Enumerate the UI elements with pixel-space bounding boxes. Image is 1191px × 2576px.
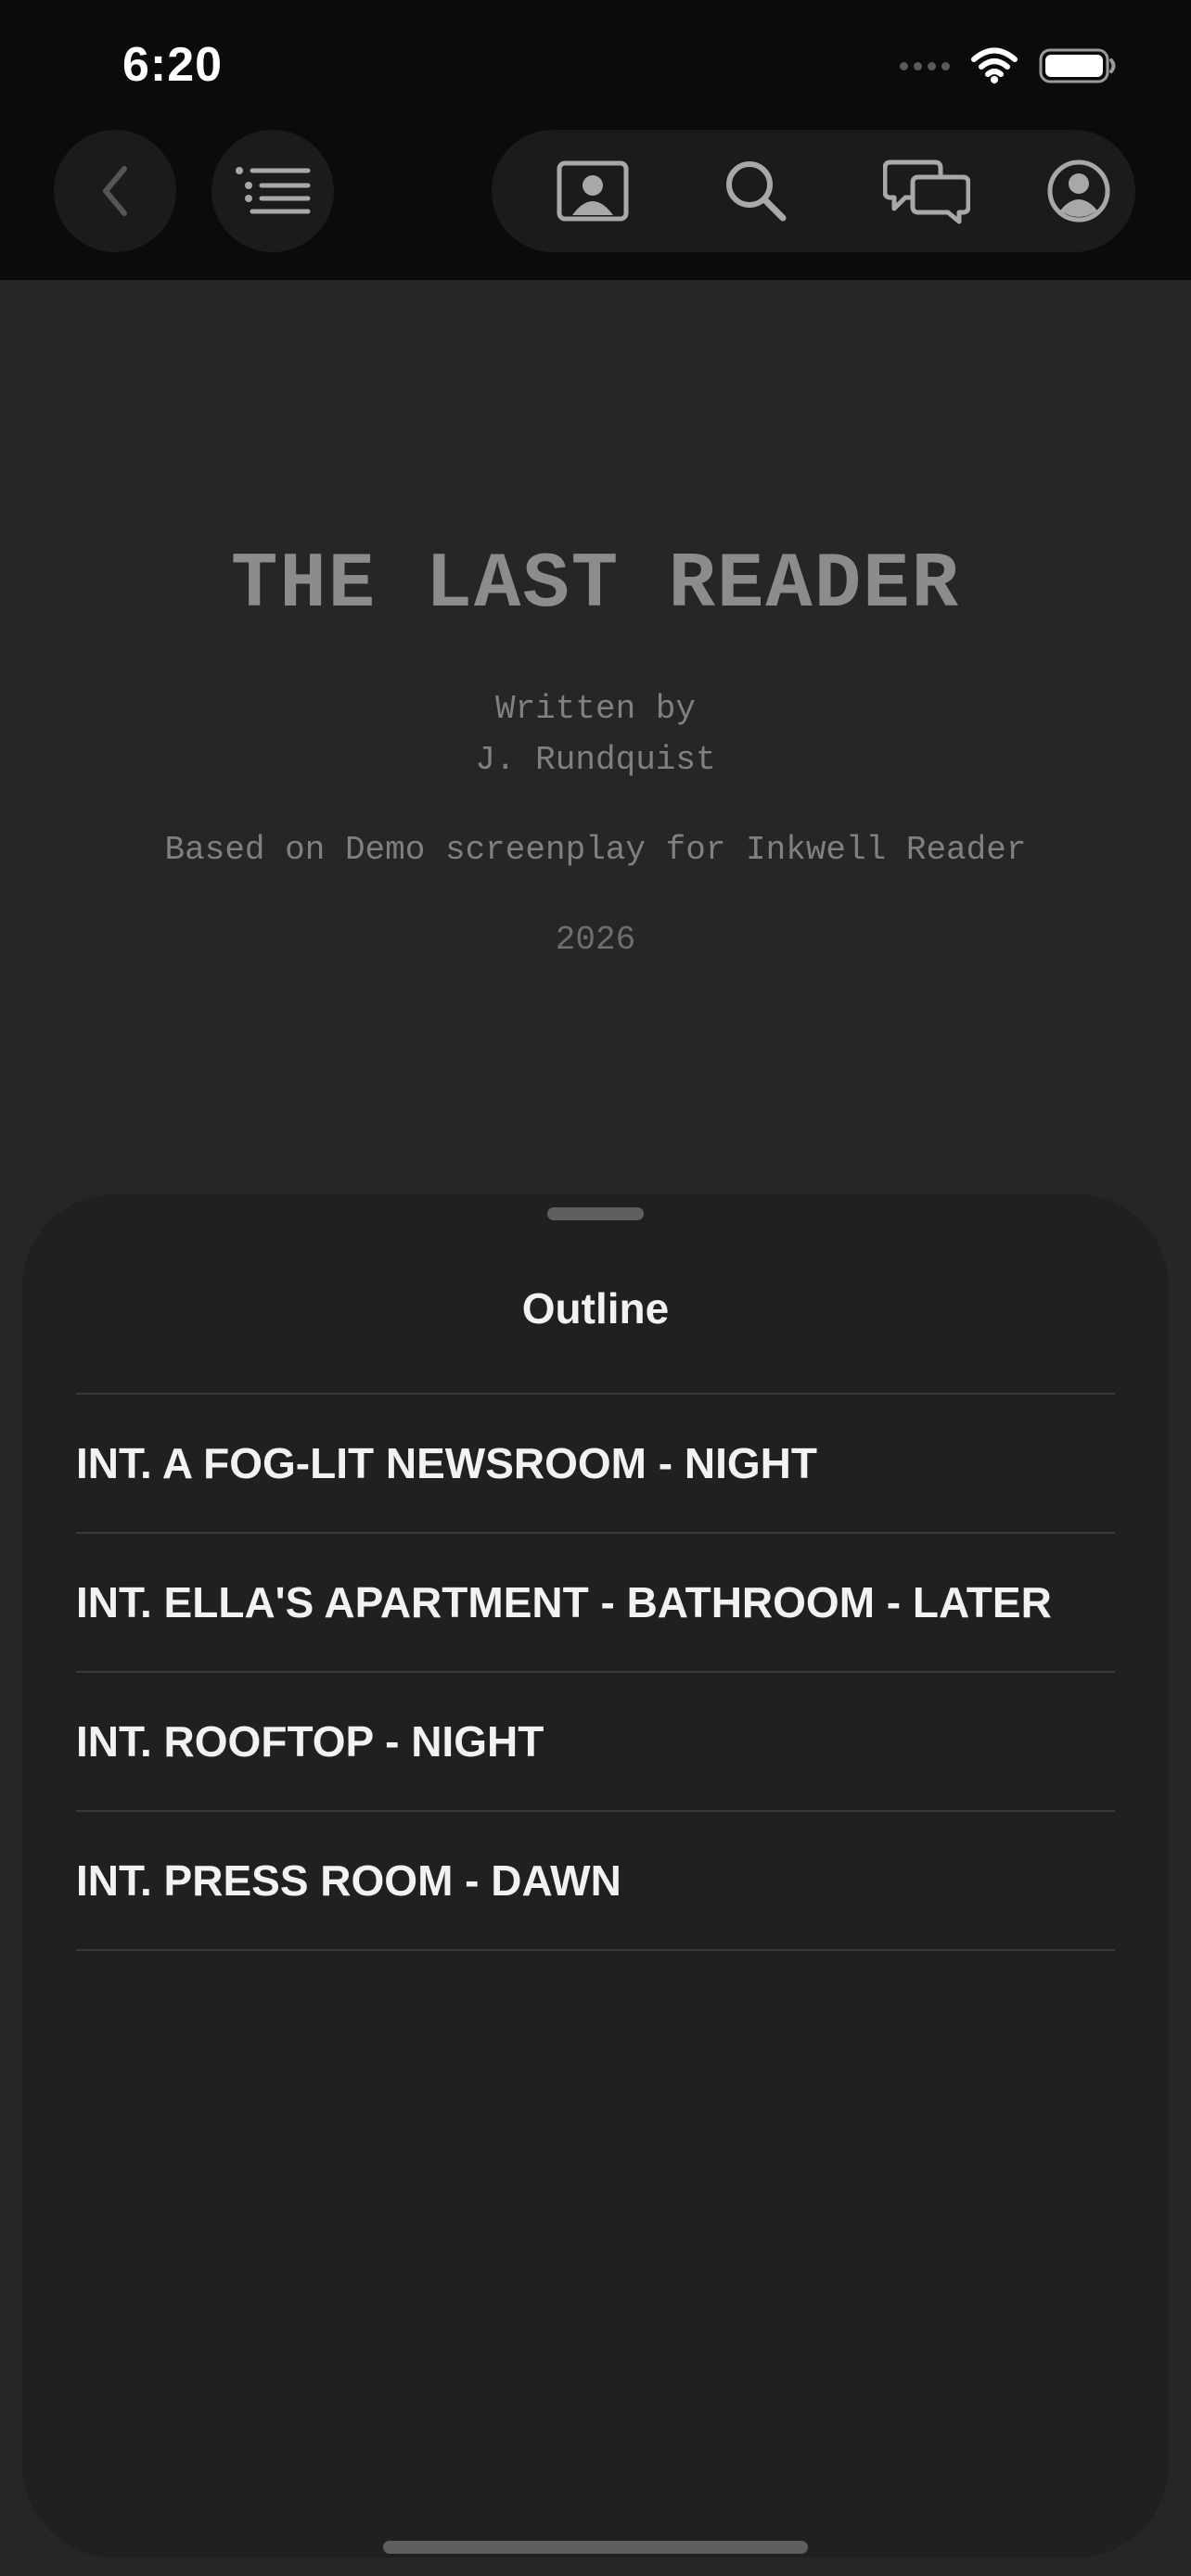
top-bar: 6:20 <box>0 0 1191 280</box>
home-indicator[interactable] <box>383 2541 808 2554</box>
cellular-signal-icon <box>900 61 950 70</box>
script-year: 2026 <box>555 921 636 959</box>
scene-list: INT. A FOG-LIT NEWSROOM - NIGHT INT. ELL… <box>76 1393 1115 1951</box>
toolbar-actions <box>492 130 1135 252</box>
portrait-button[interactable] <box>523 130 662 252</box>
status-time: 6:20 <box>122 38 224 92</box>
chevron-left-icon <box>103 166 127 216</box>
comments-button[interactable] <box>857 130 996 252</box>
scene-item[interactable]: INT. A FOG-LIT NEWSROOM - NIGHT <box>76 1395 1115 1534</box>
scene-item[interactable]: INT. ROOFTOP - NIGHT <box>76 1673 1115 1812</box>
wifi-icon <box>971 47 1018 83</box>
outline-button[interactable] <box>211 130 334 252</box>
sheet-grabber[interactable] <box>547 1207 644 1220</box>
portrait-icon <box>557 160 629 222</box>
back-button[interactable] <box>54 130 176 252</box>
account-button[interactable] <box>1028 130 1130 252</box>
list-icon <box>236 167 311 214</box>
script-title: THE LAST READER <box>230 542 961 630</box>
outline-title: Outline <box>521 1284 670 1333</box>
chat-bubbles-icon <box>883 159 970 224</box>
author-name: J. Rundquist <box>475 741 716 779</box>
search-button[interactable] <box>686 130 826 252</box>
status-indicators <box>900 43 1117 89</box>
outline-sheet: Outline INT. A FOG-LIT NEWSROOM - NIGHT … <box>22 1194 1169 2557</box>
battery-icon <box>1039 48 1116 83</box>
scene-item[interactable]: INT. PRESS ROOM - DAWN <box>76 1812 1115 1951</box>
screen: 6:20 THE LAST READER Written by J. Rundq… <box>0 0 1191 2576</box>
search-icon <box>726 161 787 222</box>
based-on-note: Based on Demo screenplay for Inkwell Rea… <box>164 831 1027 869</box>
written-by-label: Written by <box>494 690 697 728</box>
scene-item[interactable]: INT. ELLA'S APARTMENT - BATHROOM - LATER <box>76 1534 1115 1673</box>
account-icon <box>1047 159 1110 223</box>
